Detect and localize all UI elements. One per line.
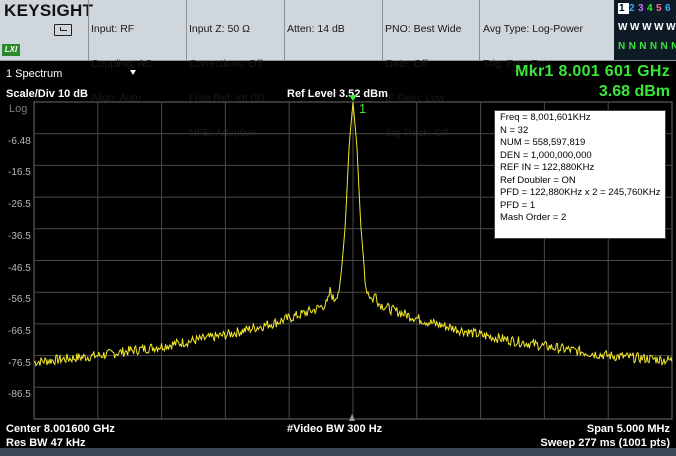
- span[interactable]: Span 5.000 MHz: [587, 423, 670, 435]
- center-frequency-triangle-icon: [349, 414, 355, 421]
- info-pfd-calc: PFD = 122,880KHz x 2 = 245,760KHz: [500, 187, 661, 198]
- info-ref-doubler: Ref Doubler = ON: [500, 174, 576, 186]
- marker-diamond-icon: [349, 95, 357, 102]
- marker-number-label: 1: [359, 101, 366, 116]
- info-n: N = 32: [500, 124, 529, 136]
- softkey-bar[interactable]: [0, 448, 676, 456]
- video-bw[interactable]: #Video BW 300 Hz: [287, 423, 382, 435]
- info-freq: Freq = 8,001,601KHz: [500, 112, 591, 123]
- info-pfd: PFD = 1: [500, 199, 536, 211]
- info-mash-order: Mash Order = 2: [500, 212, 567, 223]
- info-ref-in: REF IN = 122,880KHz: [500, 162, 595, 173]
- info-num: NUM = 558,597,819: [500, 137, 586, 148]
- center-frequency[interactable]: Center 8.001600 GHz: [6, 423, 115, 435]
- info-den: DEN = 1,000,000,000: [500, 149, 592, 161]
- annotation-box: Freq = 8,001,601KHz N = 32 NUM = 558,597…: [494, 110, 666, 239]
